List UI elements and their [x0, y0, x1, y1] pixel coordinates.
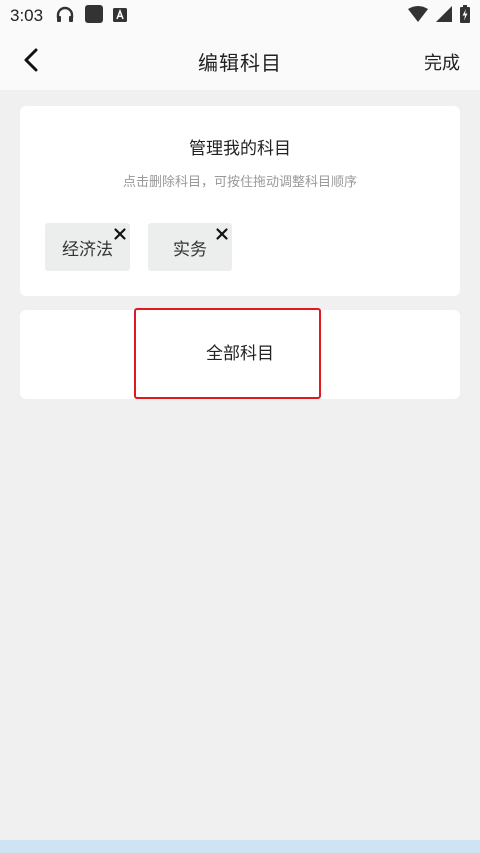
- my-subjects-title: 管理我的科目: [189, 139, 291, 159]
- status-bar: 3:03: [0, 0, 480, 32]
- subject-chip-label: 实务: [173, 239, 207, 260]
- wifi-icon: [408, 6, 428, 26]
- remove-subject-shiwu-icon[interactable]: [215, 226, 229, 240]
- page-title: 编辑科目: [198, 50, 282, 75]
- chevron-left-icon: [23, 48, 39, 76]
- app-bar: 编辑科目 完成: [0, 32, 480, 90]
- done-button[interactable]: 完成: [424, 49, 460, 75]
- headphones-icon: [55, 5, 75, 27]
- signal-icon: [436, 6, 452, 26]
- subject-chip-shiwu[interactable]: 实务: [148, 223, 232, 271]
- app-square-icon: [85, 5, 104, 27]
- remove-subject-jingjifa-icon[interactable]: [113, 226, 127, 240]
- a-badge-icon: [113, 7, 128, 26]
- back-button[interactable]: [16, 47, 46, 77]
- highlight-box: [134, 308, 321, 399]
- status-time: 3:03: [10, 6, 44, 25]
- my-subjects-card: 管理我的科目 点击删除科目，可按住拖动调整科目顺序 经济法 实务: [20, 106, 460, 296]
- my-subjects-hint: 点击删除科目，可按住拖动调整科目顺序: [122, 175, 357, 190]
- subject-chip-label: 经济法: [62, 239, 113, 260]
- subject-chip-jingjifa[interactable]: 经济法: [45, 223, 130, 271]
- battery-charging-icon: [460, 5, 470, 27]
- bottom-edge-strip: [0, 840, 480, 853]
- subject-chip-list: 经济法 实务: [45, 223, 232, 271]
